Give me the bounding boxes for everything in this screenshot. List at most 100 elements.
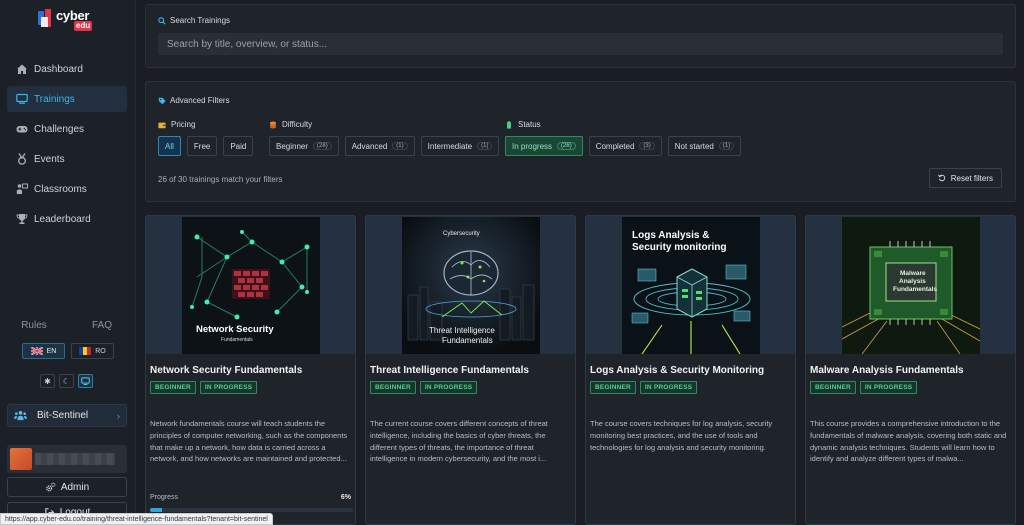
search-input[interactable] <box>158 33 1003 55</box>
nav-item-trainings[interactable]: Trainings <box>7 86 127 112</box>
reset-filters-button[interactable]: Reset filters <box>928 168 1002 188</box>
nav-label: Challenges <box>34 123 85 135</box>
home-icon <box>17 64 27 74</box>
difficulty-advanced-chip[interactable]: Advanced (1) <box>344 136 415 156</box>
theme-switcher: ✱ ☾ <box>40 374 93 388</box>
admin-button[interactable]: Admin <box>7 477 127 497</box>
pricing-all-chip[interactable]: All <box>158 136 181 156</box>
card-title[interactable]: Logs Analysis & Security Monitoring <box>590 365 764 376</box>
team-selector[interactable]: Bit-Sentinel › <box>7 404 127 427</box>
lang-label: RO <box>95 347 106 355</box>
lang-en-button[interactable]: EN <box>22 343 65 359</box>
theme-dark-button[interactable]: ☾ <box>59 374 74 388</box>
difficulty-badge: BEGINNER <box>810 381 856 394</box>
lang-ro-button[interactable]: RO <box>71 343 114 359</box>
status-not-started-chip[interactable]: Not started (1) <box>667 136 742 156</box>
main-content: Search Trainings Advanced Filters Pricin… <box>145 0 1016 525</box>
card-thumbnail: Logs Analysis & Security monitoring <box>622 217 760 354</box>
difficulty-badge: BEGINNER <box>590 381 636 394</box>
nav-label: Dashboard <box>34 63 83 75</box>
filters-title: Advanced Filters <box>158 96 230 105</box>
training-card[interactable]: Cybersecurity Threat Intelligence Fundam… <box>365 215 576 525</box>
nav-item-leaderboard[interactable]: Leaderboard <box>7 206 127 232</box>
language-switcher: EN RO <box>22 343 114 359</box>
chip-count: (26) <box>557 142 576 150</box>
nav-label: Classrooms <box>34 183 87 195</box>
thumb-title2-text: Analysis <box>899 278 926 285</box>
nav-item-events[interactable]: Events <box>7 146 127 172</box>
difficulty-label-text: Difficulty <box>282 120 313 129</box>
search-title: Search Trainings <box>158 16 230 25</box>
status-badge: IN PROGRESS <box>639 381 698 394</box>
chip-label: Completed <box>595 141 635 151</box>
theme-system-button[interactable] <box>78 374 93 388</box>
status-options: In progress (26) Completed (3) Not started… <box>505 136 742 156</box>
card-description: The course covers techniques for log ana… <box>590 419 773 452</box>
chip-count: (1) <box>477 142 493 150</box>
card-title[interactable]: Malware Analysis Fundamentals <box>810 365 964 376</box>
sidebar: cyber edu Dashboard Trainings Challenges… <box>0 0 136 525</box>
thumb-title-text: Logs Analysis & <box>632 230 709 241</box>
monitor-icon <box>16 93 28 104</box>
card-title[interactable]: Network Security Fundamentals <box>150 365 302 376</box>
admin-label: Admin <box>60 481 90 493</box>
card-description: The current course covers different conc… <box>370 419 548 464</box>
difficulty-options: Beginner (28) Advanced (1) Intermediate (1) <box>269 136 500 156</box>
card-thumbnail: Malware Analysis Fundamentals <box>842 217 980 354</box>
card-description: This course provides a comprehensive int… <box>810 419 1007 464</box>
training-card[interactable]: Network Security Fundamentals Network Se… <box>145 215 356 525</box>
user-name-redacted <box>35 453 115 465</box>
pricing-free-chip[interactable]: Free <box>186 136 218 156</box>
progress-fill <box>150 508 163 512</box>
pricing-label-text: Pricing <box>171 120 196 129</box>
rules-link[interactable]: Rules <box>0 320 68 331</box>
chevron-right-icon: › <box>117 410 120 421</box>
pricing-paid-chip[interactable]: Paid <box>223 136 254 156</box>
status-in-progress-chip[interactable]: In progress (26) <box>505 136 583 156</box>
nav-label: Leaderboard <box>34 213 91 225</box>
thumb-subtitle-text: Fundamentals <box>442 336 493 345</box>
pricing-options: All Free Paid <box>158 136 254 156</box>
card-badges: BEGINNER IN PROGRESS <box>590 381 698 394</box>
status-completed-chip[interactable]: Completed (3) <box>588 136 662 156</box>
card-thumbnail: Cybersecurity Threat Intelligence Fundam… <box>402 217 540 354</box>
card-badges: BEGINNER IN PROGRESS <box>810 381 918 394</box>
nav-item-dashboard[interactable]: Dashboard <box>7 56 127 82</box>
browser-status-url: https://app.cyber-edu.co/training/threat… <box>0 513 273 525</box>
logo-mark-icon <box>38 9 51 27</box>
brand-tag: edu <box>74 21 93 31</box>
faq-link[interactable]: FAQ <box>68 320 136 331</box>
malware-analysis-thumbnail-icon: Malware Analysis Fundamentals <box>842 217 980 354</box>
difficulty-badge: BEGINNER <box>370 381 416 394</box>
chip-count: (1) <box>718 142 735 150</box>
nav-item-classrooms[interactable]: Classrooms <box>7 176 127 202</box>
difficulty-intermediate-chip[interactable]: Intermediate (1) <box>420 136 500 156</box>
progress-label: Progress <box>150 494 179 501</box>
status-badge: IN PROGRESS <box>859 381 918 394</box>
card-badges: BEGINNER IN PROGRESS <box>150 381 258 394</box>
training-card[interactable]: Malware Analysis Fundamentals Malware An… <box>805 215 1016 525</box>
thumb-subtitle-text: Fundamentals <box>893 286 937 293</box>
classroom-icon <box>16 183 28 194</box>
chip-label: In progress <box>512 141 553 151</box>
theme-light-button[interactable]: ✱ <box>40 374 55 388</box>
progress-bar <box>150 508 353 512</box>
difficulty-beginner-chip[interactable]: Beginner (28) <box>269 136 339 156</box>
tag-icon <box>158 97 166 104</box>
card-title[interactable]: Threat Intelligence Fundamentals <box>370 365 529 376</box>
battery-icon <box>507 120 511 129</box>
training-card[interactable]: Logs Analysis & Security monitoring Logs… <box>585 215 796 525</box>
nav-label: Trainings <box>34 93 75 105</box>
user-profile[interactable] <box>7 445 127 473</box>
card-badges: BEGINNER IN PROGRESS <box>370 381 478 394</box>
status-label-text: Status <box>518 120 541 129</box>
nav-label: Events <box>34 153 65 165</box>
cyber-edu-logo[interactable]: cyber edu <box>38 8 98 32</box>
nav-item-challenges[interactable]: Challenges <box>7 116 127 142</box>
gears-icon <box>45 482 56 491</box>
medal-icon <box>18 153 26 165</box>
filters-title-text: Advanced Filters <box>170 96 230 105</box>
team-name: Bit-Sentinel <box>37 410 89 421</box>
card-thumbnail: Network Security Fundamentals <box>182 217 320 354</box>
chip-label: Intermediate <box>427 141 473 151</box>
